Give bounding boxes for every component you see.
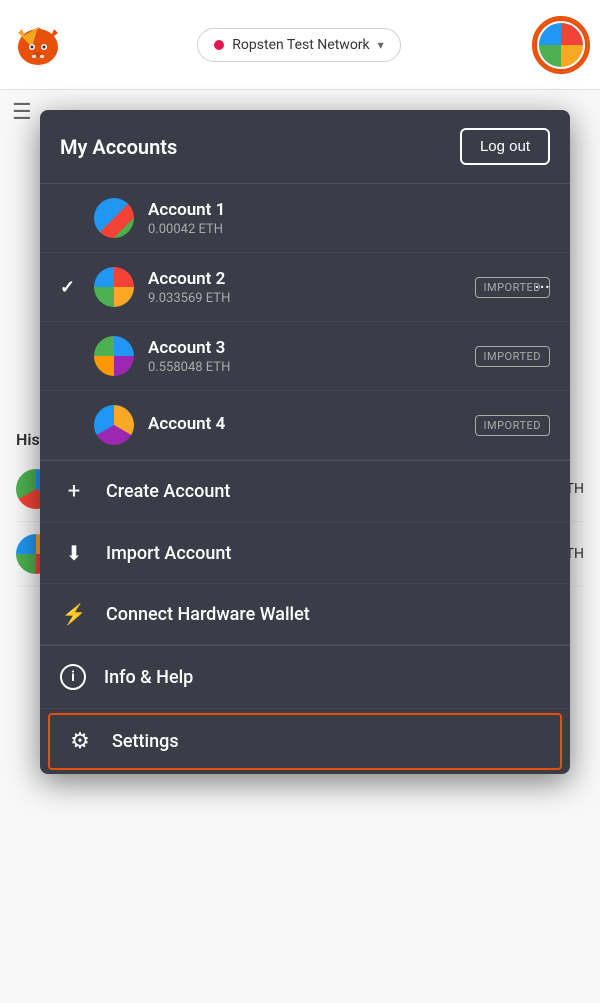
account-1-avatar [94,198,134,238]
create-account-label: Create Account [106,481,230,502]
account-2-info: Account 2 9.033569 ETH [148,269,461,306]
network-name-label: Ropsten Test Network [232,37,369,53]
logout-button[interactable]: Log out [460,128,550,165]
account-avatar-button[interactable] [534,18,588,72]
account-4-avatar [94,405,134,445]
account-4-info: Account 4 [148,414,461,436]
account-1-name: Account 1 [148,200,550,220]
settings-item[interactable]: ⚙ Settings [48,713,562,770]
metamask-logo [12,19,64,71]
account-item-1[interactable]: Account 1 0.00042 ETH [40,184,570,253]
account-4-imported-badge: IMPORTED [475,415,551,436]
hardware-wallet-item[interactable]: ⚡ Connect Hardware Wallet [40,584,570,645]
info-help-label: Info & Help [104,667,193,688]
create-account-icon: + [60,479,88,504]
account-3-info: Account 3 0.558048 ETH [148,338,461,375]
network-pill[interactable]: Ropsten Test Network ▾ [197,28,400,62]
account-3-balance: 0.558048 ETH [148,360,461,375]
hardware-wallet-label: Connect Hardware Wallet [106,604,310,625]
account-2-name: Account 2 [148,269,461,289]
account-item-2[interactable]: ✓ Account 2 9.033569 ETH IMPORTED ··· [40,253,570,322]
my-accounts-title: My Accounts [60,135,177,159]
info-help-item[interactable]: i Info & Help [40,646,570,709]
accounts-overlay: My Accounts Log out Account 1 0.00042 ET… [40,110,570,774]
network-selector: Ropsten Test Network ▾ [74,28,524,62]
settings-label: Settings [112,731,179,752]
import-account-icon: ⬇ [60,541,88,565]
account-item-3[interactable]: Account 3 0.558048 ETH IMPORTED [40,322,570,391]
hardware-wallet-icon: ⚡ [60,602,88,626]
account-4-name: Account 4 [148,414,461,434]
create-account-item[interactable]: + Create Account [40,461,570,523]
header-bar: Ropsten Test Network ▾ [0,0,600,90]
info-icon: i [60,664,86,690]
account-avatar [539,23,583,67]
account-item-4[interactable]: Account 4 IMPORTED [40,391,570,460]
account-2-balance: 9.033569 ETH [148,291,461,306]
account-1-info: Account 1 0.00042 ETH [148,200,550,237]
overlay-header: My Accounts Log out [40,110,570,184]
settings-icon: ⚙ [66,729,94,754]
network-status-dot [214,40,224,50]
account-2-more-button[interactable]: ··· [534,275,550,299]
account-3-name: Account 3 [148,338,461,358]
network-chevron-icon: ▾ [378,38,384,52]
import-account-item[interactable]: ⬇ Import Account [40,523,570,584]
account-1-balance: 0.00042 ETH [148,222,550,237]
account-2-avatar [94,267,134,307]
account-3-imported-badge: IMPORTED [475,346,551,367]
account-2-checkmark: ✓ [60,277,80,298]
account-list: Account 1 0.00042 ETH ✓ Account 2 9.0335… [40,184,570,460]
import-account-label: Import Account [106,543,231,564]
account-3-avatar [94,336,134,376]
